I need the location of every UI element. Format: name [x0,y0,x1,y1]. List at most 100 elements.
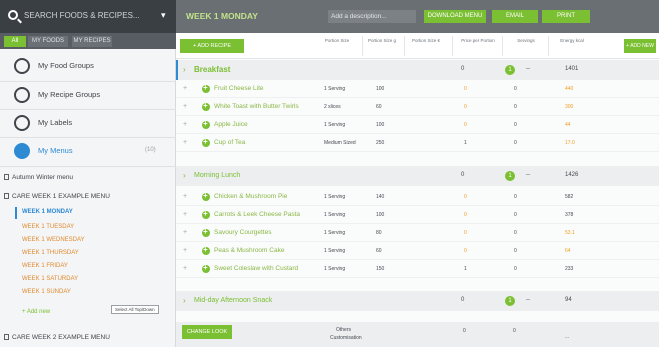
recipe-name[interactable]: Apple Juice [214,121,248,128]
section-value: 0 [461,66,465,72]
sidebar-item-menus[interactable]: My Menus (10) [0,137,176,165]
expand-icon[interactable]: + [183,121,187,128]
email-button[interactable]: EMAIL [492,10,538,23]
table-row[interactable]: + Cup of Tea Medium Sized 250 1 0 17.0 [176,135,659,152]
add-icon[interactable] [202,209,210,219]
table-row[interactable]: + Chicken & Mushroom Pie 1 Serving 140 0… [176,189,659,206]
day-week1-friday[interactable]: WEEK 1 FRIDAY [22,263,68,269]
grams-cell: 60 [376,248,382,254]
recipe-name[interactable]: Fruit Cheese Lite [214,85,264,92]
menu-label: CARE WEEK 2 EXAMPLE MENU [12,334,110,341]
add-icon[interactable] [202,191,210,201]
expand-icon[interactable]: + [183,139,187,146]
table-row[interactable]: + Fruit Cheese Lite 1 Serving 100 0 0 44… [176,81,659,98]
change-look-button[interactable]: CHANGE LOOK [182,325,232,339]
section-energy: 1401 [565,66,579,72]
table-row[interactable]: + White Toast with Butter Twirls 2 slice… [176,99,659,116]
expand-icon[interactable]: + [183,103,187,110]
energy-cell: 378 [565,212,574,218]
menu-autumn-winter[interactable]: Autumn Winter menu [4,174,73,181]
recipe-name[interactable]: Savoury Courgettes [214,229,271,236]
section-breakfast[interactable]: › Breakfast 0 1 -- 1401 [176,60,659,80]
add-icon[interactable] [202,83,210,93]
chevron-right-icon[interactable]: › [183,296,186,305]
add-recipe-button[interactable]: + ADD RECIPE [180,39,244,53]
chevron-down-icon[interactable]: ▾ [161,10,166,21]
section-energy: 94 [565,297,572,303]
portion-cell: 1 Serving [324,266,346,272]
footer-sub: Customisation [330,335,362,341]
day-week1-wednesday[interactable]: WEEK 1 WEDNESDAY [22,237,85,243]
add-icon[interactable] [202,137,210,147]
table-row[interactable]: + Apple Juice 1 Serving 100 0 0 44 [176,117,659,134]
table-row[interactable]: + Sweet Coleslaw with Custard 1 Serving … [176,261,659,278]
expand-icon[interactable]: + [183,85,187,92]
menu-care-week-2[interactable]: CARE WEEK 2 EXAMPLE MENU [4,334,110,341]
section-morning-lunch[interactable]: › Morning Lunch 0 1 -- 1426 [176,166,659,186]
add-new-button[interactable]: + ADD NEW [624,39,656,53]
description-input[interactable]: Add a description... [328,10,416,23]
grams-cell: 140 [376,194,385,200]
sidebar-item-recipe-groups[interactable]: My Recipe Groups [0,81,176,109]
recipe-name[interactable]: Chicken & Mushroom Pie [214,193,287,200]
servings-cell: 0 [514,230,517,236]
add-day-link[interactable]: + Add new [22,309,50,315]
grams-cell: 100 [376,212,385,218]
menu-care-week-1[interactable]: CARE WEEK 1 EXAMPLE MENU [4,193,110,200]
menu-label: CARE WEEK 1 EXAMPLE MENU [12,193,110,200]
recipe-name[interactable]: Sweet Coleslaw with Custard [214,265,298,272]
search-bar[interactable]: SEARCH FOODS & RECIPES... ▾ [0,0,176,33]
add-icon[interactable] [202,101,210,111]
sidebar-item-labels[interactable]: My Labels [0,109,176,137]
download-button[interactable]: DOWNLOAD MENU [424,10,486,23]
column-header: Portion Size g [367,38,396,43]
chevron-right-icon[interactable]: › [183,171,186,180]
price-cell: 0 [464,194,467,200]
section-afternoon-snack[interactable]: › Mid-day Afternoon Snack 0 1 -- 94 [176,291,659,311]
section-energy: 1426 [565,172,579,178]
add-icon[interactable] [202,245,210,255]
add-icon[interactable] [202,119,210,129]
recipe-name[interactable]: Cup of Tea [214,139,245,146]
table-header: + ADD RECIPE Portion Size Portion Size g… [176,33,659,59]
recipe-group-icon [14,87,30,103]
recipe-name[interactable]: Peas & Mushroom Cake [214,247,284,254]
portion-cell: 1 Serving [324,248,346,254]
day-week1-monday[interactable]: WEEK 1 MONDAY [22,209,73,215]
expand-icon[interactable]: + [183,211,187,218]
active-indicator [176,60,178,80]
print-button[interactable]: PRINT [542,10,590,23]
day-week1-tuesday[interactable]: WEEK 1 TUESDAY [22,224,74,230]
table-row[interactable]: + Carrots & Leek Cheese Pasta 1 Serving … [176,207,659,224]
column-header: Portion Size € [411,38,440,43]
sidebar-item-label: My Food Groups [38,61,94,70]
energy-cell: 582 [565,194,574,200]
day-week1-sunday[interactable]: WEEK 1 SUNDAY [22,289,71,295]
table-row[interactable]: + Savoury Courgettes 1 Serving 80 0 0 53… [176,225,659,242]
expand-icon[interactable]: + [183,193,187,200]
footer-value: 0 [463,328,466,334]
recipe-name[interactable]: Carrots & Leek Cheese Pasta [214,211,300,218]
tab-my-recipes[interactable]: MY RECIPES [72,36,112,47]
food-group-icon [14,58,30,74]
expand-icon[interactable]: + [183,247,187,254]
table-row[interactable]: + Peas & Mushroom Cake 1 Serving 60 0 0 … [176,243,659,260]
tooltip: Select All Top/Down [111,305,159,314]
recipe-name[interactable]: White Toast with Butter Twirls [214,103,299,110]
add-icon[interactable] [202,263,210,273]
tab-all[interactable]: All [4,36,26,47]
sidebar: SEARCH FOODS & RECIPES... ▾ All MY FOODS… [0,0,176,347]
tab-my-foods[interactable]: MY FOODS [28,36,68,47]
servings-cell: 0 [514,104,517,110]
search-input[interactable]: SEARCH FOODS & RECIPES... [24,11,140,20]
section-title: Breakfast [194,65,231,74]
add-icon[interactable] [202,227,210,237]
expand-icon[interactable]: + [183,229,187,236]
expand-icon[interactable]: + [183,265,187,272]
chevron-down-icon[interactable]: › [183,65,186,74]
divider [452,36,453,56]
day-week1-thursday[interactable]: WEEK 1 THURSDAY [22,250,79,256]
sidebar-item-food-groups[interactable]: My Food Groups [0,52,176,80]
day-week1-saturday[interactable]: WEEK 1 SATURDAY [22,276,78,282]
energy-cell: 440 [565,86,574,92]
